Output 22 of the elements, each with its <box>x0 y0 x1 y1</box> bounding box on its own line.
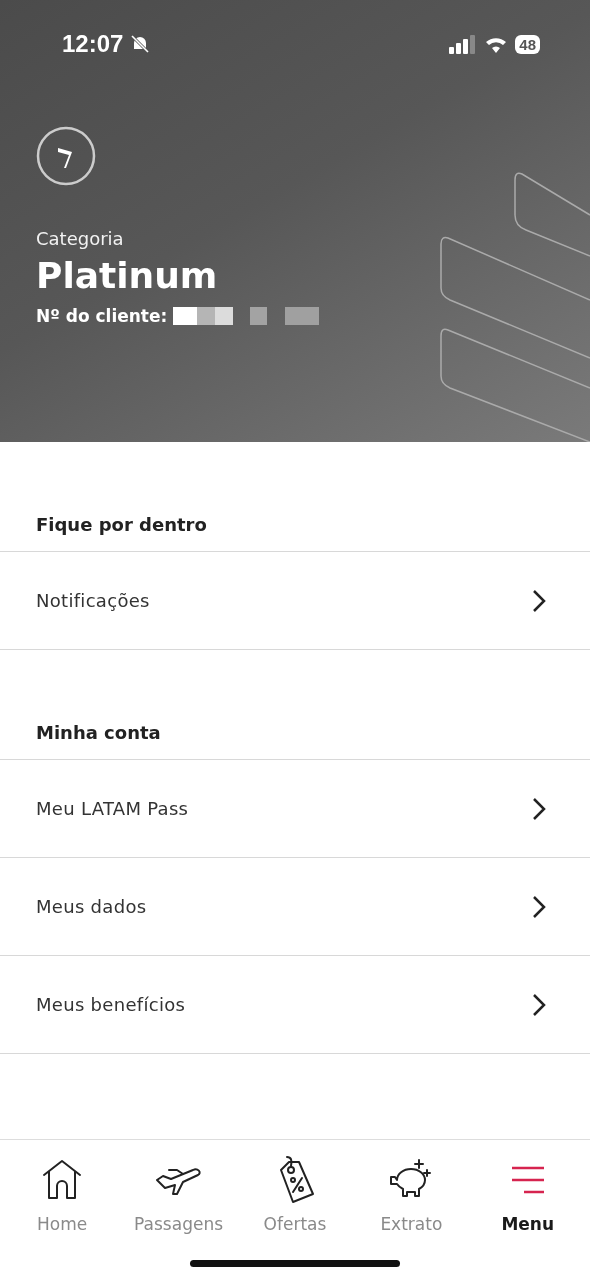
section-title: Minha conta <box>0 650 590 760</box>
chevron-right-icon <box>532 894 546 919</box>
chevron-right-icon <box>532 992 546 1017</box>
client-number-label: Nº do cliente: <box>36 306 168 326</box>
logo-icon <box>36 126 96 186</box>
tab-bar-item[interactable]: Passagens <box>123 1154 234 1234</box>
category-label: Categoria <box>36 228 125 249</box>
signal-icon <box>449 34 478 54</box>
menu-row[interactable]: Notificações <box>0 552 590 650</box>
chevron-right-icon <box>532 588 546 613</box>
chevron-right-icon <box>532 796 546 821</box>
tab-bar-item[interactable]: Extrato <box>356 1154 467 1234</box>
muted-bell-icon <box>129 33 152 55</box>
battery-indicator: 48 <box>515 34 540 54</box>
category-name: Platinum <box>36 255 219 296</box>
section-title: Fique por dentro <box>0 442 590 552</box>
tab-bar-item[interactable]: Menu <box>472 1154 583 1234</box>
menu-row[interactable]: Meus dados <box>0 858 590 956</box>
menu-row[interactable]: Meu LATAM Pass <box>0 760 590 858</box>
status-time: 12:07 <box>62 30 124 58</box>
tab-bar-item[interactable]: Ofertas <box>239 1154 350 1234</box>
menu-row[interactable]: Meus benefícios <box>0 956 590 1054</box>
